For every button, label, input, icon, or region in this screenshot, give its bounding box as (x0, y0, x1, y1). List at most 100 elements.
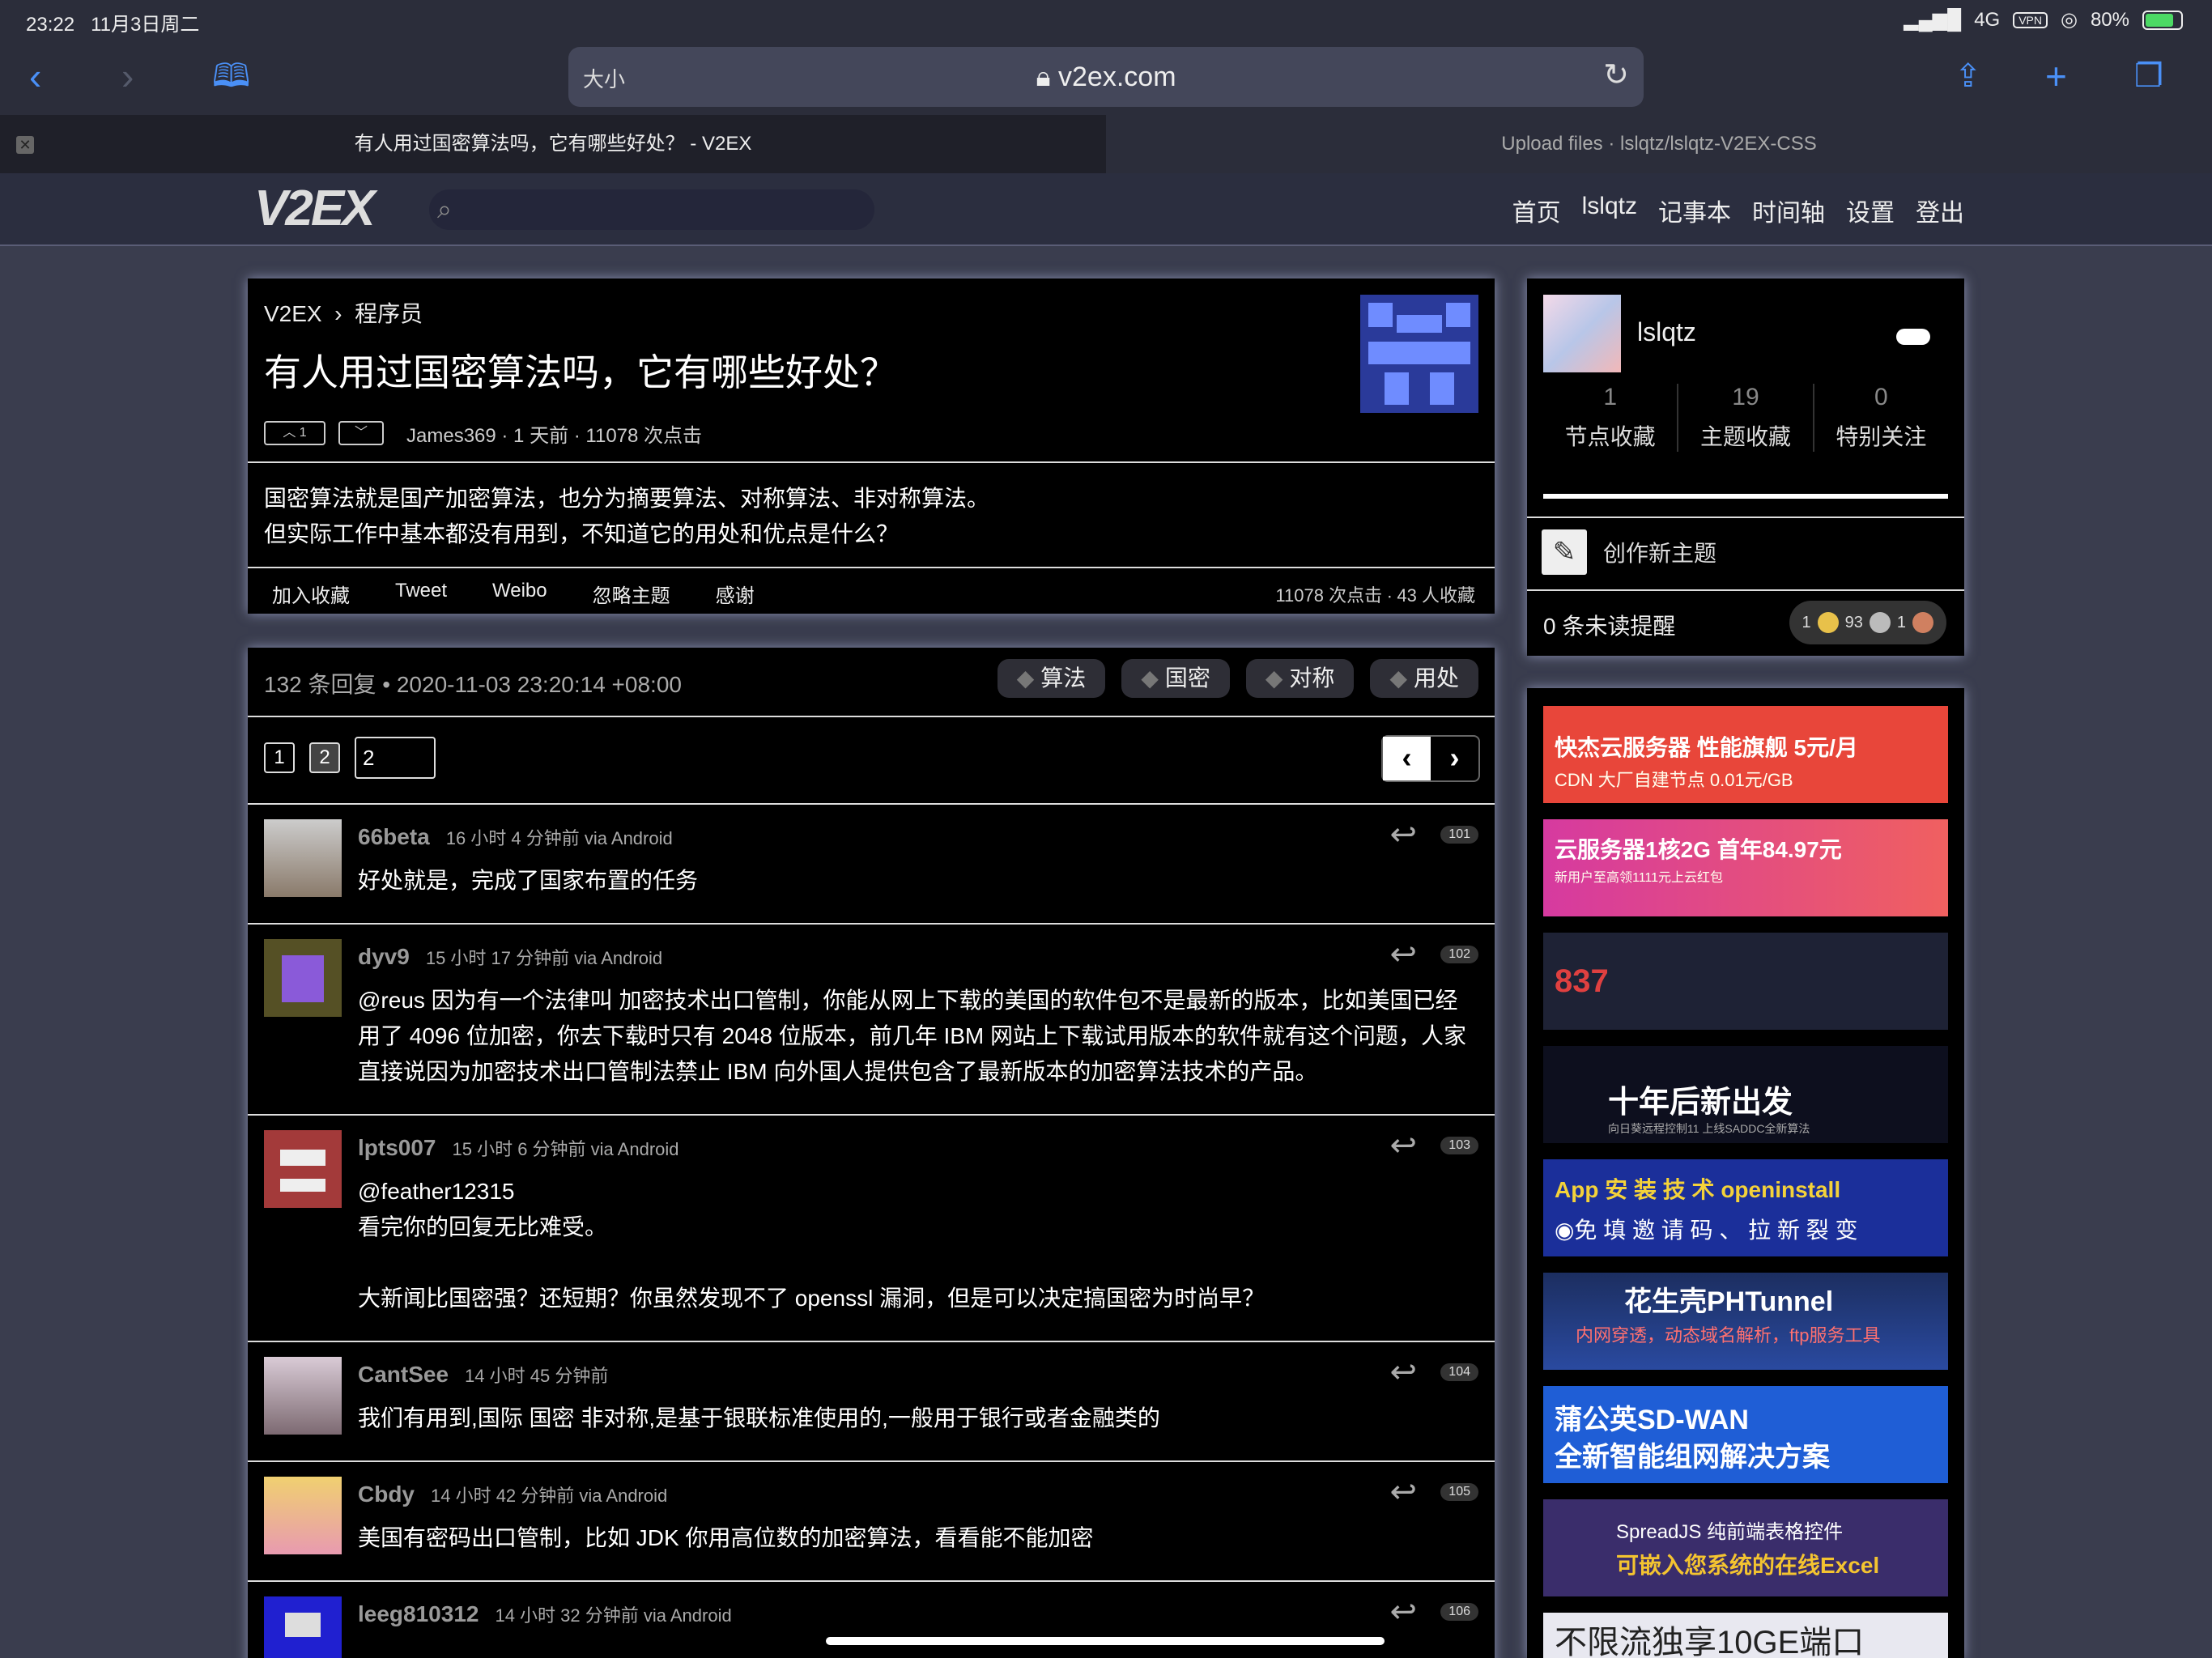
reply-avatar[interactable] (264, 819, 342, 897)
reply-icon[interactable]: ↩ (1389, 1473, 1417, 1511)
reply-icon[interactable]: ↩ (1389, 1593, 1417, 1630)
notifications-link[interactable]: 0 条未读提醒 (1543, 609, 1675, 641)
search-input[interactable]: ⌕ (429, 189, 874, 230)
reply-avatar[interactable] (264, 939, 342, 1017)
author-avatar[interactable] (1360, 295, 1478, 413)
prev-page-button[interactable]: ‹ (1383, 737, 1431, 780)
back-icon[interactable]: ‹ (29, 52, 41, 100)
page-1-button[interactable]: 1 (264, 742, 295, 773)
user-name[interactable]: lslqtz (1637, 317, 1696, 347)
reply-item: Cbdy 14 小时 42 分钟前 via Android ↩ 105 美国有密码… (248, 1462, 1495, 1580)
gold-coin-icon (1817, 612, 1839, 633)
ad-ucloud[interactable]: 快杰云服务器 性能旗舰 5元/月 CDN 大厂自建节点 0.01元/GB (1543, 706, 1948, 803)
tag-usage[interactable]: ◆ 用处 (1370, 659, 1478, 698)
reply-avatar[interactable] (264, 1130, 342, 1208)
ad-aliyun[interactable]: 云服务器1核2G 首年84.97元 新用户至高领1111元上云红包 (1543, 819, 1948, 916)
reply-avatar[interactable] (264, 1357, 342, 1435)
topic-content: 国密算法就是国产加密算法，也分为摘要算法、对称算法、非对称算法。 但实际工作中基… (264, 486, 990, 546)
browser-tabs: ✕ 有人用过国密算法吗，它有哪些好处？ - V2EX Upload files … (0, 115, 2212, 173)
reply-icon[interactable]: ↩ (1389, 936, 1417, 973)
compose-icon: ✎ (1542, 529, 1587, 575)
topic-meta: James369 · 1 天前 · 11078 次点击 (406, 425, 703, 447)
nav-notes[interactable]: 记事本 (1658, 193, 1731, 228)
node-favorites-counter[interactable]: 1 节点收藏 (1543, 384, 1679, 452)
site-logo[interactable]: V2EX (254, 180, 376, 237)
reply-author[interactable]: dyv9 15 小时 17 分钟前 via Android (358, 944, 662, 970)
tabs-overview-icon[interactable]: ❐ (2134, 52, 2163, 100)
reply-text: 美国有密码出口管制，比如 JDK 你用高位数的加密算法，看看能不能加密 (358, 1525, 1094, 1550)
topic-box: V2EX › 程序员 有人用过国密算法吗，它有哪些好处？ ︿ 1 ﹀ James… (248, 278, 1495, 614)
reply-text: 我们有用到,国际 国密 非对称,是基于银联标准使用的,一般用于银行或者金融类的 (358, 1405, 1160, 1431)
ad-spreadjs[interactable]: SpreadJS 纯前端表格控件 可嵌入您系统的在线Excel (1543, 1499, 1948, 1596)
reply-icon[interactable]: ↩ (1389, 1127, 1417, 1164)
reply-avatar[interactable] (264, 1596, 342, 1658)
upvote-button[interactable]: ︿ 1 (264, 421, 325, 445)
reply-icon[interactable]: ↩ (1389, 816, 1417, 853)
nav-logout[interactable]: 登出 (1916, 193, 1964, 228)
signal-icon: ▂▄▆█ (1904, 9, 1962, 31)
reply-author[interactable]: CantSee 14 小时 45 分钟前 (358, 1362, 608, 1388)
bookmarks-icon[interactable]: 🕮 (212, 52, 250, 100)
tag-guomi[interactable]: ◆ 国密 (1121, 659, 1230, 698)
nav-settings[interactable]: 设置 (1846, 193, 1895, 228)
reply-author[interactable]: leeg810312 14 小时 32 分钟前 via Android (358, 1601, 732, 1627)
ad-sunlogin[interactable]: 十年后新出发 向日葵远程控制11 上线SADDC全新算法 (1543, 1046, 1948, 1143)
reply-author[interactable]: lpts007 15 小时 6 分钟前 via Android (358, 1135, 679, 1161)
reply-author[interactable]: 66beta 16 小时 4 分钟前 via Android (358, 824, 673, 850)
reply-text: @feather12315 看完你的回复无比难受。 大新闻比国密强？还短期？你虽… (358, 1179, 1266, 1311)
crumb-root[interactable]: V2EX (264, 301, 322, 326)
ignore-topic-link[interactable]: 忽略主题 (593, 580, 670, 608)
reply-icon[interactable]: ↩ (1389, 1354, 1417, 1391)
address-bar[interactable]: 大小 🔒︎ v2ex.com ↻ (568, 47, 1644, 107)
forward-icon[interactable]: › (121, 52, 134, 100)
tweet-link[interactable]: Tweet (395, 580, 447, 608)
downvote-button[interactable]: ﹀ (338, 421, 384, 445)
bronze-coin-icon (1912, 612, 1933, 633)
new-tab-icon[interactable]: + (2045, 52, 2067, 100)
page-2-button[interactable]: 2 (309, 742, 340, 773)
theme-toggle[interactable] (1896, 329, 1930, 345)
ad-10ge[interactable]: 不限流独享10GE端口 (1543, 1613, 1948, 1658)
following-counter[interactable]: 0 特别关注 (1814, 384, 1948, 452)
ad-phtunnel[interactable]: 花生壳PHTunnel 内网穿透，动态域名解析，ftp服务工具 (1543, 1273, 1948, 1370)
reply-text: @reus 因为有一个法律叫 加密技术出口管制，你能从网上下载的美国的软件包不是… (358, 988, 1467, 1084)
breadcrumb: V2EX › 程序员 (264, 296, 423, 329)
share-icon[interactable]: ⇪ (1955, 52, 1982, 100)
nav-timeline[interactable]: 时间轴 (1752, 193, 1825, 228)
next-page-button[interactable]: › (1431, 737, 1478, 780)
tag-icon: ◆ (1389, 665, 1407, 691)
downvote-icon: ﹀ (354, 426, 368, 440)
reply-item: 66beta 16 小时 4 分钟前 via Android ↩ 101 好处就是… (248, 805, 1495, 923)
ad-pgyer[interactable]: 蒲公英SD-WAN 全新智能组网解决方案 (1543, 1386, 1948, 1483)
tag-symmetric[interactable]: ◆ 对称 (1245, 659, 1355, 698)
ad-openinstall[interactable]: App 安 装 技 术 openinstall ◉免 填 邀 请 码 、 拉 新… (1543, 1159, 1948, 1256)
nav-profile[interactable]: lslqtz (1582, 193, 1637, 228)
reply-text: 好处就是，完成了国家布置的任务 (358, 868, 699, 893)
thank-link[interactable]: 感谢 (716, 580, 755, 608)
tab-github[interactable]: Upload files · lslqtz/lslqtz-V2EX-CSS (1106, 115, 2212, 173)
reply-author[interactable]: Cbdy 14 小时 42 分钟前 via Android (358, 1482, 667, 1507)
reply-avatar[interactable] (264, 1477, 342, 1554)
tab-v2ex[interactable]: ✕ 有人用过国密算法吗，它有哪些好处？ - V2EX (0, 115, 1106, 173)
balance-badge[interactable]: 1 93 1 (1789, 601, 1946, 644)
new-topic-link[interactable]: ✎ 创作新主题 (1542, 529, 1716, 575)
topic-favorites-counter[interactable]: 19 主题收藏 (1678, 384, 1814, 452)
ads-panel: 快杰云服务器 性能旗舰 5元/月 CDN 大厂自建节点 0.01元/GB 云服务… (1527, 688, 1964, 1658)
user-panel: lslqtz 1 节点收藏 19 主题收藏 0 特别关注 ✎ 创作新主题 0 条… (1527, 278, 1964, 656)
weibo-link[interactable]: Weibo (492, 580, 547, 608)
tag-algorithm[interactable]: ◆ 算法 (997, 659, 1106, 698)
reply-floor: 103 (1440, 1137, 1478, 1154)
favorite-link[interactable]: 加入收藏 (272, 580, 350, 608)
user-avatar[interactable] (1543, 295, 1621, 372)
silver-coin-icon (1869, 612, 1891, 633)
reload-icon[interactable]: ↻ (1603, 57, 1629, 93)
status-time: 23:22 11月3日周二 (26, 14, 200, 36)
top-nav: 首页 lslqtz 记事本 时间轴 设置 登出 (1512, 193, 1964, 228)
nav-home[interactable]: 首页 (1512, 193, 1561, 228)
crumb-node[interactable]: 程序员 (355, 301, 423, 326)
lock-icon: 🔒︎ (1036, 62, 1051, 92)
page-jump-input[interactable] (355, 737, 436, 779)
reply-item: CantSee 14 小时 45 分钟前 ↩ 104 我们有用到,国际 国密 非对… (248, 1342, 1495, 1460)
close-tab-icon[interactable]: ✕ (16, 136, 34, 154)
ad-data[interactable]: 837 (1543, 933, 1948, 1030)
